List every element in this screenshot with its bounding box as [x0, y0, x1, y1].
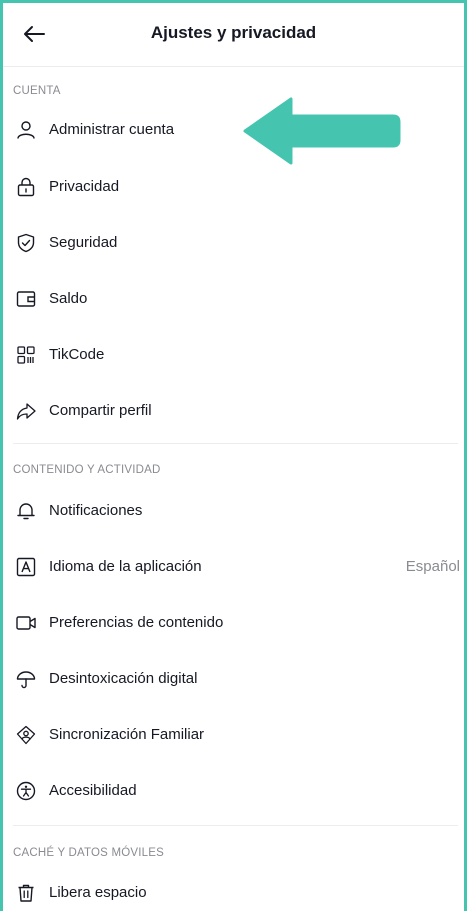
menu-item-label: Administrar cuenta — [49, 121, 175, 138]
accessibility-icon — [16, 781, 36, 801]
divider — [13, 825, 458, 826]
menu-item-desintoxicacion[interactable]: Desintoxicación digital — [3, 657, 464, 701]
menu-item-label: Compartir perfil — [49, 402, 152, 419]
language-icon — [16, 557, 36, 577]
menu-item-label: Desintoxicación digital — [49, 670, 198, 687]
header: Ajustes y privacidad — [3, 3, 464, 67]
menu-item-idioma[interactable]: Idioma de la aplicación Español — [3, 545, 464, 589]
menu-item-value: Español — [405, 558, 460, 575]
menu-item-seguridad[interactable]: Seguridad — [3, 221, 464, 265]
menu-item-compartir-perfil[interactable]: Compartir perfil — [3, 389, 464, 433]
menu-item-label: Accesibilidad — [49, 782, 137, 799]
menu-item-label: Libera espacio — [49, 884, 147, 901]
section-title-contenido: CONTENIDO Y ACTIVIDAD — [13, 464, 161, 476]
menu-item-notificaciones[interactable]: Notificaciones — [3, 489, 464, 533]
trash-icon — [18, 884, 34, 902]
shield-icon — [17, 233, 35, 253]
qr-code-icon — [17, 346, 35, 364]
menu-item-accesibilidad[interactable]: Accesibilidad — [3, 769, 464, 813]
menu-item-label: TikCode — [49, 346, 105, 363]
menu-item-label: Seguridad — [49, 234, 118, 251]
menu-item-libera-espacio[interactable]: Libera espacio — [3, 871, 464, 911]
annotation-arrow — [243, 97, 401, 165]
video-icon — [16, 616, 36, 630]
settings-screen: Ajustes y privacidad CUENTA Administrar … — [0, 0, 467, 911]
page-title: Ajustes y privacidad — [150, 23, 317, 42]
menu-item-sincronizacion-familiar[interactable]: Sincronización Familiar — [3, 713, 464, 757]
section-title-cache: CACHÉ Y DATOS MÓVILES — [13, 847, 164, 859]
menu-item-tikcode[interactable]: TikCode — [3, 333, 464, 377]
menu-item-privacidad[interactable]: Privacidad — [3, 165, 464, 209]
menu-item-saldo[interactable]: Saldo — [3, 277, 464, 321]
family-pairing-icon — [16, 725, 36, 745]
menu-item-label: Privacidad — [49, 178, 120, 195]
menu-item-label: Sincronización Familiar — [49, 726, 205, 743]
share-icon — [16, 403, 36, 420]
menu-item-label: Notificaciones — [49, 502, 143, 519]
section-title-cuenta: CUENTA — [13, 85, 61, 97]
divider — [13, 443, 458, 444]
menu-item-label: Preferencias de contenido — [49, 614, 224, 631]
umbrella-icon — [16, 671, 36, 689]
menu-item-preferencias-contenido[interactable]: Preferencias de contenido — [3, 601, 464, 645]
user-icon — [17, 121, 35, 139]
menu-item-label: Idioma de la aplicación — [49, 558, 202, 575]
wallet-icon — [16, 291, 36, 307]
lock-icon — [17, 177, 35, 197]
menu-item-label: Saldo — [49, 290, 88, 307]
bell-icon — [17, 503, 35, 520]
